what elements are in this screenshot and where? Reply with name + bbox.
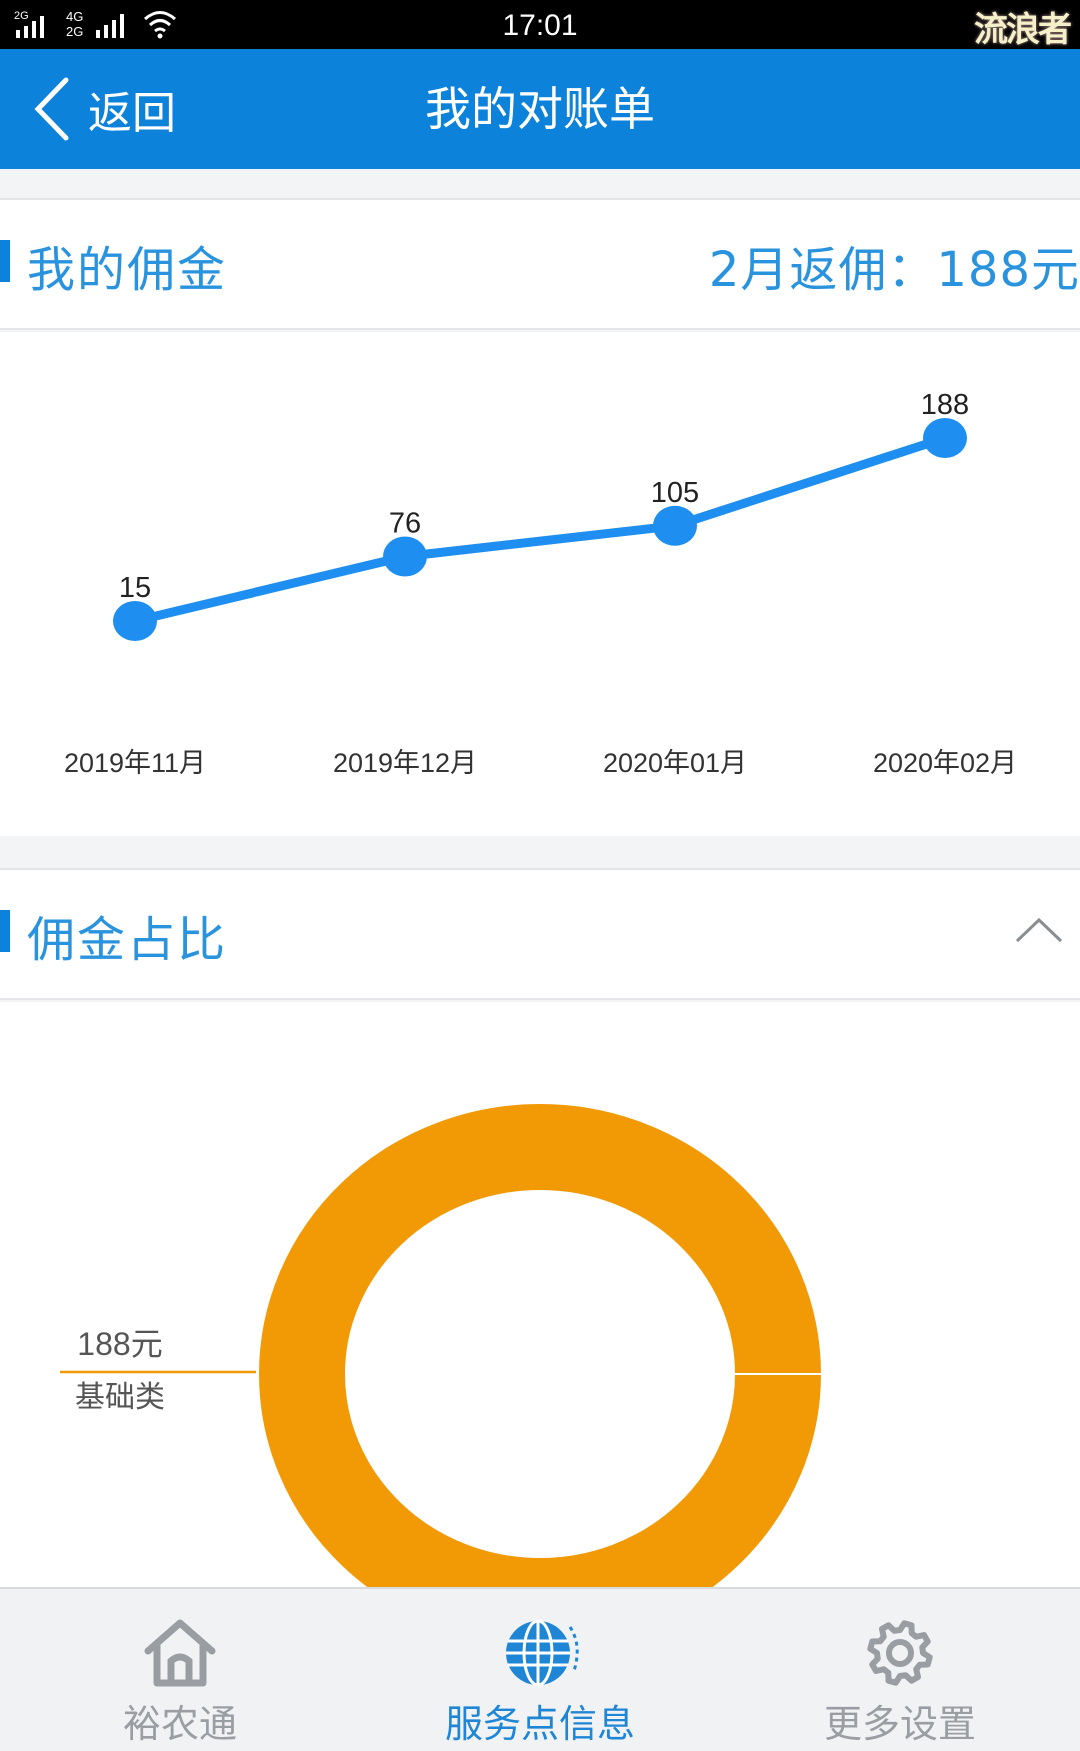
gear-icon xyxy=(867,1620,933,1686)
x-tick-label: 2020年01月 xyxy=(603,748,747,778)
status-time: 17:01 xyxy=(502,9,578,42)
chevron-up-icon[interactable] xyxy=(1014,916,1064,944)
donut-slice xyxy=(259,1104,821,1644)
data-label: 188 xyxy=(921,389,969,421)
x-tick-label: 2020年02月 xyxy=(873,748,1017,778)
nav-item-settings[interactable]: 更多设置 xyxy=(720,1589,1080,1751)
ratio-header: 佣金占比 xyxy=(0,868,1080,1000)
ratio-title: 佣金占比 xyxy=(27,912,228,968)
data-point xyxy=(653,505,697,546)
commission-donut-chart: 188元基础类 xyxy=(0,1002,1080,1644)
bottom-nav: 裕农通 服务点信息 更多设置 xyxy=(0,1587,1080,1751)
status-bar: 2G 4G 2G 17:01 流浪者 xyxy=(0,0,1080,50)
page-title: 我的对账单 xyxy=(425,82,655,136)
x-tick-label: 2019年11月 xyxy=(64,748,206,778)
data-point xyxy=(113,601,157,641)
nav-label-home: 裕农通 xyxy=(122,1702,237,1746)
slice-value-label: 188元 xyxy=(77,1326,162,1362)
home-icon xyxy=(144,1619,216,1687)
title-bar: 返回 我的对账单 xyxy=(0,49,1080,169)
section-marker xyxy=(0,910,10,952)
commission-header: 我的佣金 2月返佣：188元 xyxy=(0,198,1080,330)
data-label: 76 xyxy=(389,507,421,539)
commission-summary: 2月返佣：188元 xyxy=(708,242,1080,298)
section-marker xyxy=(0,240,10,282)
series-line xyxy=(133,433,947,626)
data-label: 15 xyxy=(119,572,151,604)
x-tick-label: 2019年12月 xyxy=(333,748,477,778)
slice-category-label: 基础类 xyxy=(75,1381,165,1414)
watermark: 流浪者 xyxy=(974,10,1072,50)
commission-line-chart: 15 2019年11月 76 2019年12月 105 2020年01月 188 2020年0… xyxy=(0,332,1080,836)
nav-label-settings: 更多设置 xyxy=(823,1702,976,1746)
nav-item-service[interactable]: 服务点信息 xyxy=(360,1589,720,1751)
nav-item-home[interactable]: 裕农通 xyxy=(0,1589,360,1751)
data-label: 105 xyxy=(651,477,699,509)
data-point xyxy=(383,536,427,577)
commission-title: 我的佣金 xyxy=(27,242,228,298)
data-point xyxy=(923,418,967,458)
globe-icon xyxy=(506,1619,579,1687)
nav-label-service: 服务点信息 xyxy=(444,1702,635,1746)
